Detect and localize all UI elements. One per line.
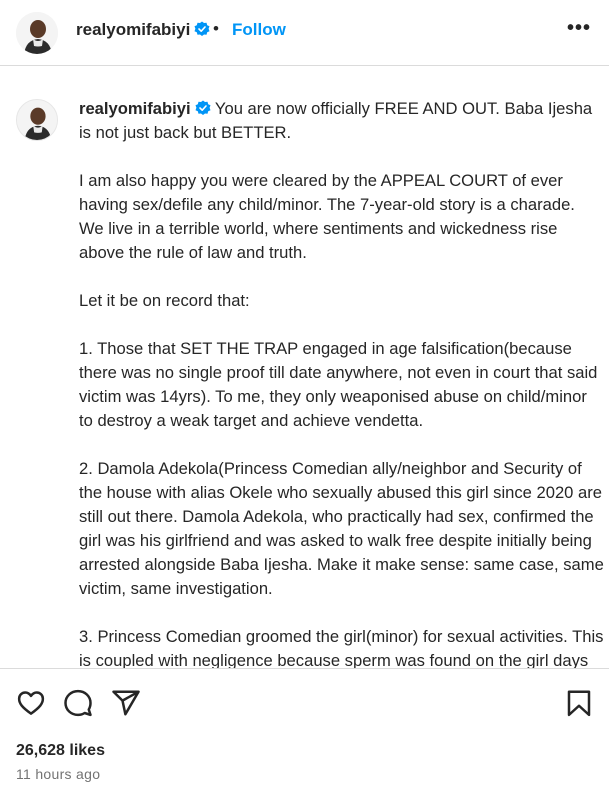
- post-caption-area: realyomifabiyi You are now officially FR…: [0, 67, 609, 668]
- caption-paragraph: Let it be on record that:: [79, 291, 250, 310]
- comment-icon[interactable]: [63, 688, 93, 718]
- follow-button[interactable]: Follow: [232, 20, 286, 40]
- caption-paragraph: I am also happy you were cleared by the …: [79, 171, 575, 262]
- caption-paragraph: 1. Those that SET THE TRAP engaged in ag…: [79, 339, 598, 430]
- verified-badge-icon: [195, 99, 211, 115]
- caption-paragraph: 3. Princess Comedian groomed the girl(mi…: [79, 627, 604, 668]
- paper-plane-icon[interactable]: [111, 688, 141, 718]
- caption-username[interactable]: realyomifabiyi: [79, 99, 191, 118]
- caption-paragraph: realyomifabiyi You are now officially FR…: [79, 97, 604, 145]
- separator-dot: •: [213, 19, 219, 38]
- like-count[interactable]: 26,628 likes: [16, 742, 105, 760]
- post-header: realyomifabiyi • Follow •••: [0, 0, 609, 66]
- header-username[interactable]: realyomifabiyi: [76, 20, 210, 40]
- bookmark-icon[interactable]: [564, 688, 594, 718]
- verified-badge-icon: [194, 21, 210, 37]
- caption-paragraph: 2. Damola Adekola(Princess Comedian ally…: [79, 459, 604, 598]
- caption-avatar[interactable]: [16, 99, 58, 141]
- avatar[interactable]: [16, 12, 58, 54]
- action-bar: [0, 688, 609, 722]
- header-username-text[interactable]: realyomifabiyi: [76, 20, 190, 39]
- divider: [0, 668, 609, 669]
- caption-text: realyomifabiyi You are now officially FR…: [79, 97, 604, 668]
- post-timestamp[interactable]: 11 hours ago: [16, 766, 100, 782]
- more-options-icon[interactable]: •••: [567, 17, 591, 40]
- heart-icon[interactable]: [16, 688, 46, 718]
